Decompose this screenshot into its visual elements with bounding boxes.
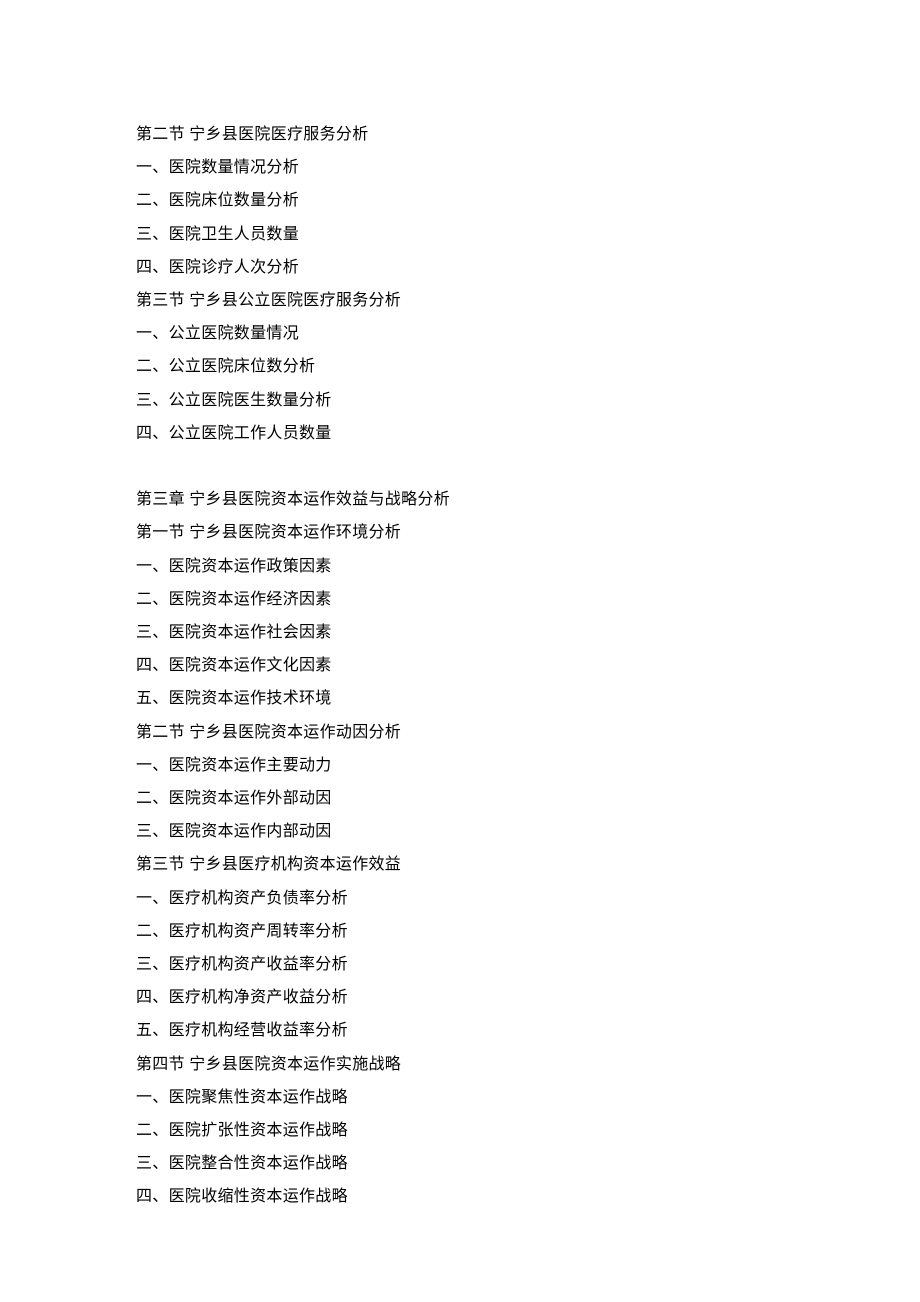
toc-line: 四、医院收缩性资本运作战略 <box>136 1180 920 1213</box>
toc-line: 第三章 宁乡县医院资本运作效益与战略分析 <box>136 483 920 516</box>
toc-line: 五、医疗机构经营收益率分析 <box>136 1014 920 1047</box>
toc-line: 一、医院资本运作政策因素 <box>136 550 920 583</box>
toc-line: 一、医院数量情况分析 <box>136 151 920 184</box>
toc-line: 一、医院聚焦性资本运作战略 <box>136 1081 920 1114</box>
toc-line: 四、公立医院工作人员数量 <box>136 417 920 450</box>
toc-line: 第二节 宁乡县医院资本运作动因分析 <box>136 716 920 749</box>
toc-line: 第二节 宁乡县医院医疗服务分析 <box>136 118 920 151</box>
toc-line: 五、医院资本运作技术环境 <box>136 682 920 715</box>
toc-line: 三、医院整合性资本运作战略 <box>136 1147 920 1180</box>
toc-line: 第一节 宁乡县医院资本运作环境分析 <box>136 516 920 549</box>
toc-line: 第四节 宁乡县医院资本运作实施战略 <box>136 1048 920 1081</box>
document-page: 第二节 宁乡县医院医疗服务分析 一、医院数量情况分析 二、医院床位数量分析 三、… <box>0 0 920 1214</box>
toc-line: 二、医院资本运作外部动因 <box>136 782 920 815</box>
toc-line: 二、医院资本运作经济因素 <box>136 583 920 616</box>
toc-line: 第三节 宁乡县医疗机构资本运作效益 <box>136 848 920 881</box>
toc-line: 一、医院资本运作主要动力 <box>136 749 920 782</box>
toc-line: 一、医疗机构资产负债率分析 <box>136 882 920 915</box>
toc-line: 二、公立医院床位数分析 <box>136 350 920 383</box>
toc-line: 三、医院卫生人员数量 <box>136 218 920 251</box>
toc-line: 第三节 宁乡县公立医院医疗服务分析 <box>136 284 920 317</box>
toc-line: 四、医院资本运作文化因素 <box>136 649 920 682</box>
toc-line: 二、医院扩张性资本运作战略 <box>136 1114 920 1147</box>
toc-line: 一、公立医院数量情况 <box>136 317 920 350</box>
toc-line: 三、医院资本运作内部动因 <box>136 815 920 848</box>
toc-line: 二、医院床位数量分析 <box>136 184 920 217</box>
toc-line: 四、医疗机构净资产收益分析 <box>136 981 920 1014</box>
toc-line: 三、公立医院医生数量分析 <box>136 384 920 417</box>
toc-line: 四、医院诊疗人次分析 <box>136 251 920 284</box>
blank-line <box>136 450 920 483</box>
toc-line: 二、医疗机构资产周转率分析 <box>136 915 920 948</box>
toc-line: 三、医疗机构资产收益率分析 <box>136 948 920 981</box>
toc-line: 三、医院资本运作社会因素 <box>136 616 920 649</box>
